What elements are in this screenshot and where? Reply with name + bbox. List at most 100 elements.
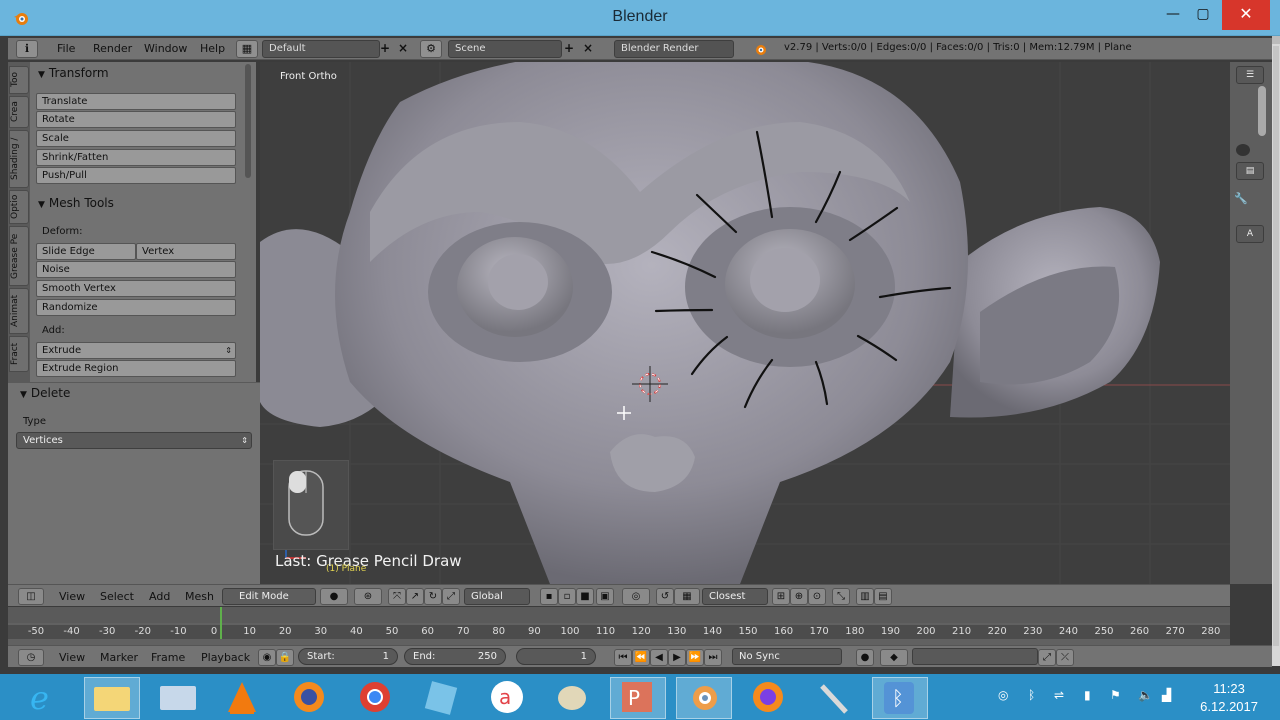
- properties-editor-icon[interactable]: ▤: [1236, 162, 1264, 180]
- menu-select[interactable]: Select: [100, 590, 134, 603]
- slide-vertex-button[interactable]: Vertex: [136, 243, 236, 260]
- translate-manipulator-icon[interactable]: ↗: [406, 588, 424, 605]
- scroll-up-icon[interactable]: [1272, 36, 1280, 44]
- snap-align-icon[interactable]: ⊞: [772, 588, 790, 605]
- taskbar-vlc-icon[interactable]: [216, 677, 272, 719]
- vertex-select-icon[interactable]: ▪: [540, 588, 558, 605]
- menu-render[interactable]: Render: [93, 42, 132, 55]
- viewport-shading-icon[interactable]: ●: [320, 588, 348, 605]
- current-frame-field[interactable]: 1: [516, 648, 596, 665]
- remove-layout-icon[interactable]: ×: [398, 41, 408, 55]
- snap-self-icon[interactable]: ⊙: [808, 588, 826, 605]
- push-pull-button[interactable]: Push/Pull: [36, 167, 236, 184]
- menu-frame[interactable]: Frame: [151, 651, 185, 664]
- taskbar-notes-icon[interactable]: [414, 677, 470, 719]
- sync-mode-select[interactable]: No Sync: [732, 648, 842, 665]
- menu-marker[interactable]: Marker: [100, 651, 138, 664]
- menu-view[interactable]: View: [59, 590, 85, 603]
- menu-window[interactable]: Window: [144, 42, 187, 55]
- delete-type-select[interactable]: Vertices ⇕: [16, 432, 252, 449]
- taskbar-powerpoint-icon[interactable]: [610, 677, 666, 719]
- add-scene-icon[interactable]: +: [564, 41, 574, 55]
- tray-battery-icon[interactable]: ▮: [1084, 688, 1091, 702]
- delete-keyframe-icon[interactable]: ⤫: [1056, 649, 1074, 666]
- noise-button[interactable]: Noise: [36, 261, 236, 278]
- record-icon[interactable]: ◉: [258, 649, 276, 666]
- jump-next-keyframe-icon[interactable]: ⏩: [686, 649, 704, 666]
- jump-end-icon[interactable]: ⏭: [704, 649, 722, 666]
- transform-panel-header[interactable]: ▼ Transform: [38, 66, 109, 80]
- tab-tools[interactable]: Too: [9, 66, 29, 94]
- taskbar-chrome-icon[interactable]: [348, 677, 404, 719]
- outliner-scrollbar[interactable]: [1258, 86, 1266, 136]
- taskbar-file-explorer-icon[interactable]: [84, 677, 140, 719]
- taskbar-clock[interactable]: 11:23 6.12.2017: [1200, 680, 1258, 716]
- snap-element-icon[interactable]: ▦: [674, 588, 700, 605]
- keying-set-icon[interactable]: ◆: [880, 649, 908, 666]
- menu-add[interactable]: Add: [149, 590, 170, 603]
- tab-create[interactable]: Crea: [9, 96, 29, 128]
- jump-start-icon[interactable]: ⏮: [614, 649, 632, 666]
- window-scrollbar[interactable]: [1272, 36, 1280, 666]
- rotate-button[interactable]: Rotate: [36, 111, 236, 128]
- timeline[interactable]: -50 -40 -30 -20 -10 0 10 20 30 40 50 60 70 80 90 100 110…: [8, 607, 1230, 645]
- taskbar-app-a-icon[interactable]: [480, 677, 536, 719]
- scale-button[interactable]: Scale: [36, 130, 236, 147]
- snap-toggle-icon[interactable]: ↺: [656, 588, 674, 605]
- face-select-icon[interactable]: ■: [576, 588, 594, 605]
- taskbar-gimp-icon[interactable]: [546, 677, 602, 719]
- taskbar-control-panel-icon[interactable]: [150, 677, 206, 719]
- render-anim-icon[interactable]: ▤: [874, 588, 892, 605]
- timeline-ruler[interactable]: -50 -40 -30 -20 -10 0 10 20 30 40 50 60 70 80 90 100 110…: [8, 625, 1230, 639]
- taskbar-bluetooth-icon[interactable]: [872, 677, 928, 719]
- menu-file[interactable]: File: [57, 42, 75, 55]
- tab-grease-pencil[interactable]: Grease Pe: [9, 226, 29, 286]
- transform-orientation-select[interactable]: Global: [464, 588, 530, 605]
- snap-target-select[interactable]: Closest: [702, 588, 768, 605]
- active-keying-set-field[interactable]: [912, 648, 1038, 665]
- extrude-region-button[interactable]: Extrude Region: [36, 360, 236, 377]
- tray-bluetooth-icon[interactable]: ᛒ: [1028, 688, 1035, 702]
- shrink-fatten-button[interactable]: Shrink/Fatten: [36, 149, 236, 166]
- tray-signal-icon[interactable]: ▟: [1162, 688, 1171, 702]
- scroll-thumb[interactable]: [1273, 46, 1279, 646]
- extrude-button[interactable]: Extrude ⇕: [36, 342, 236, 359]
- proportional-edit-icon[interactable]: ◎: [622, 588, 650, 605]
- tray-usb-icon[interactable]: ⇌: [1054, 688, 1064, 702]
- render-image-icon[interactable]: ▥: [856, 588, 874, 605]
- pivot-point-icon[interactable]: ⊛: [354, 588, 382, 605]
- scene-field[interactable]: Scene: [448, 40, 562, 58]
- menu-mesh[interactable]: Mesh: [185, 590, 214, 603]
- end-frame-field[interactable]: End: 250: [404, 648, 506, 665]
- tab-animation[interactable]: Animat: [9, 288, 29, 334]
- taskbar-firefox-dev-icon[interactable]: [742, 677, 798, 719]
- right-button-a[interactable]: A: [1236, 225, 1264, 243]
- opengl-render-icon[interactable]: ⤡: [832, 588, 850, 605]
- editor-type-3d-icon[interactable]: ◫: [18, 588, 44, 605]
- rotate-manipulator-icon[interactable]: ↻: [424, 588, 442, 605]
- smooth-vertex-button[interactable]: Smooth Vertex: [36, 280, 236, 297]
- editor-type-info-icon[interactable]: ℹ: [16, 40, 38, 58]
- menu-view-timeline[interactable]: View: [59, 651, 85, 664]
- menu-help[interactable]: Help: [200, 42, 225, 55]
- snap-project-icon[interactable]: ⊕: [790, 588, 808, 605]
- manipulator-toggle-icon[interactable]: ⤧: [388, 588, 406, 605]
- close-button[interactable]: ✕: [1222, 0, 1270, 30]
- tools-wrench-icon[interactable]: 🔧: [1234, 192, 1248, 205]
- taskbar-ie-icon[interactable]: [18, 677, 74, 719]
- tab-shading[interactable]: Shading /: [9, 130, 29, 188]
- edge-select-icon[interactable]: ▫: [558, 588, 576, 605]
- taskbar-microphone-icon[interactable]: [806, 677, 862, 719]
- occlude-geometry-icon[interactable]: ▣: [596, 588, 614, 605]
- tray-network-off-icon[interactable]: ⚑: [1110, 688, 1121, 702]
- tab-fracture[interactable]: Fract: [9, 336, 29, 372]
- insert-keyframe-icon[interactable]: ⤢: [1038, 649, 1056, 666]
- taskbar-blender-icon[interactable]: [676, 677, 732, 719]
- render-engine-select[interactable]: Blender Render: [614, 40, 734, 58]
- randomize-button[interactable]: Randomize: [36, 299, 236, 316]
- screen-layout-icon[interactable]: ▦: [236, 40, 258, 58]
- remove-scene-icon[interactable]: ×: [583, 41, 593, 55]
- mode-select[interactable]: Edit Mode: [222, 588, 316, 605]
- play-reverse-icon[interactable]: ◀: [650, 649, 668, 666]
- add-layout-icon[interactable]: +: [380, 41, 390, 55]
